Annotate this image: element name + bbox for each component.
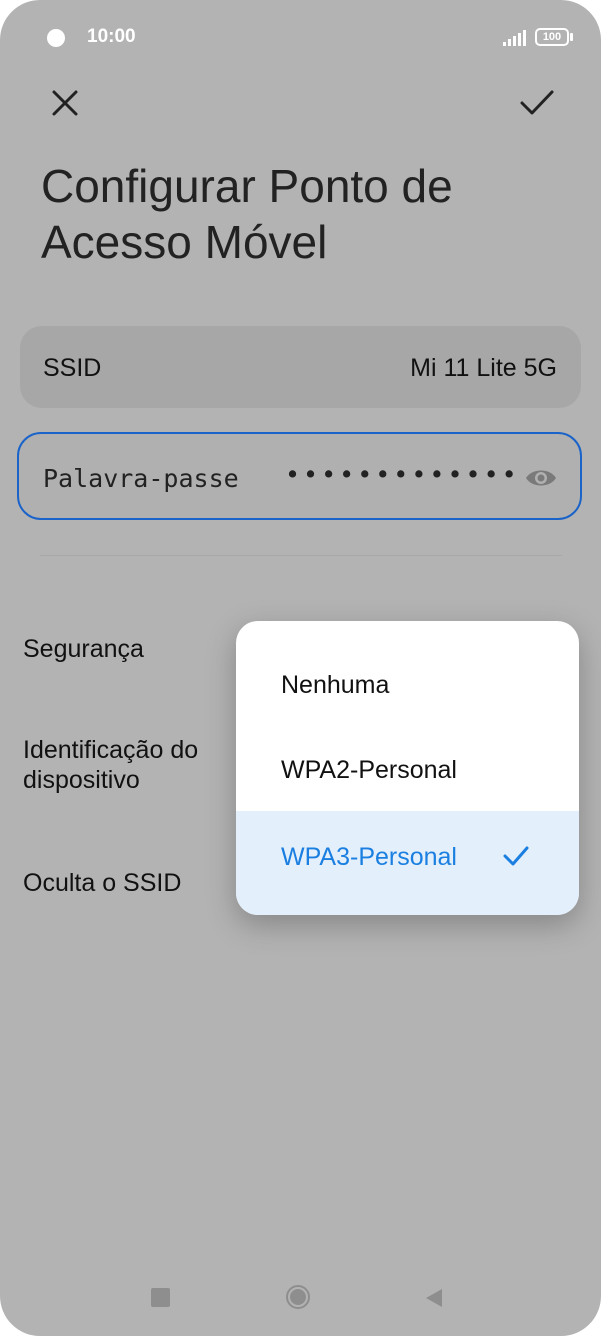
- password-field[interactable]: Palavra-passe •••••••••••••: [17, 432, 582, 520]
- option-label: WPA3-Personal: [281, 843, 457, 871]
- divider: [40, 555, 562, 556]
- device-id-label[interactable]: Identificação do dispositivo: [23, 735, 233, 795]
- option-label: Nenhuma: [281, 671, 390, 699]
- home-icon[interactable]: [286, 1285, 310, 1309]
- ssid-value: Mi 11 Lite 5G: [410, 354, 557, 382]
- option-label: WPA2-Personal: [281, 756, 457, 784]
- notification-dot-icon: [47, 29, 65, 47]
- hide-ssid-label[interactable]: Oculta o SSID: [23, 868, 181, 898]
- ssid-label: SSID: [43, 354, 102, 382]
- show-password-button[interactable]: [523, 460, 559, 496]
- recent-apps-icon[interactable]: [151, 1288, 170, 1307]
- battery-tip: [570, 33, 573, 41]
- password-label: Palavra-passe: [43, 464, 239, 493]
- option-wpa3-personal[interactable]: WPA3-Personal: [236, 811, 579, 915]
- option-none[interactable]: Nenhuma: [236, 641, 579, 729]
- page-title: Configurar Ponto de Acesso Móvel: [41, 160, 453, 268]
- option-wpa2-personal[interactable]: WPA2-Personal: [236, 726, 579, 814]
- battery-icon: 100: [535, 28, 569, 46]
- back-icon[interactable]: [424, 1287, 444, 1309]
- selected-check-icon: [503, 846, 529, 866]
- security-label[interactable]: Segurança: [23, 634, 144, 664]
- eye-icon: [526, 470, 556, 486]
- phone-screen: 10:00 100 Configurar Ponto de Acesso Móv…: [0, 0, 601, 1336]
- confirm-button[interactable]: [513, 79, 561, 127]
- security-dropdown: Nenhuma WPA2-Personal WPA3-Personal: [236, 621, 579, 915]
- check-icon: [520, 90, 554, 115]
- home-icon-inner: [290, 1289, 306, 1305]
- password-value: •••••••••••••: [285, 460, 520, 489]
- close-icon: [52, 90, 78, 116]
- close-button[interactable]: [41, 79, 89, 127]
- signal-icon: [503, 30, 526, 46]
- status-time: 10:00: [87, 26, 136, 47]
- ssid-row[interactable]: SSID Mi 11 Lite 5G: [20, 326, 581, 408]
